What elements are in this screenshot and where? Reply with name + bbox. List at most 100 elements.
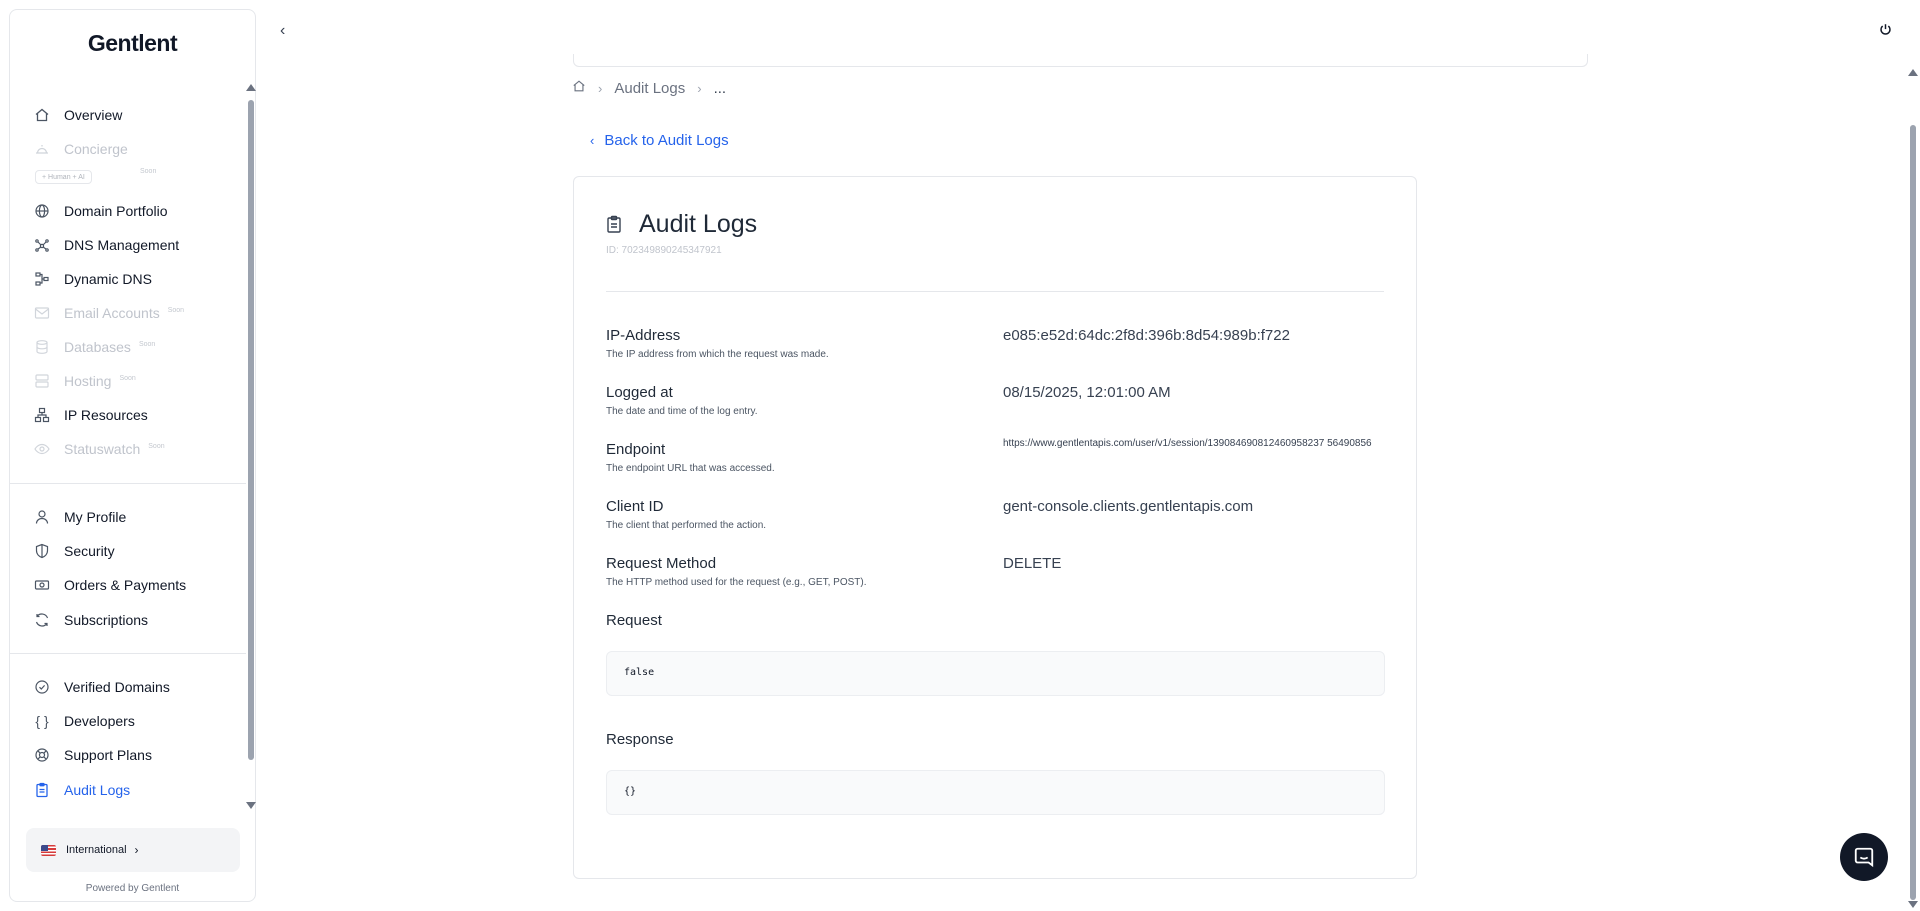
logged-at-desc: The date and time of the log entry. — [606, 406, 758, 417]
ip-address-label: IP-Address — [606, 327, 681, 344]
back-to-audit-logs-link[interactable]: ‹ Back to Audit Logs — [590, 132, 729, 149]
clipboard-icon — [606, 215, 624, 235]
us-flag-icon — [41, 844, 56, 856]
endpoint-desc: The endpoint URL that was accessed. — [606, 463, 775, 474]
money-icon — [33, 576, 51, 594]
home-icon — [33, 106, 51, 124]
badge-text: + Human + AI — [42, 173, 85, 181]
logout-button[interactable] — [1877, 21, 1893, 37]
endpoint-label: Endpoint — [606, 441, 666, 458]
lifebuoy-icon — [33, 746, 51, 764]
chevron-left-icon: ‹ — [280, 22, 286, 39]
logged-at-label: Logged at — [606, 384, 673, 401]
mail-icon — [33, 304, 51, 322]
page-scroll-thumb[interactable] — [1910, 125, 1916, 900]
sidebar-item-ip-resources[interactable]: IP Resources — [33, 402, 233, 428]
sidebar-item-dynamic-dns[interactable]: Dynamic DNS — [33, 266, 233, 292]
clipboard-icon — [33, 781, 51, 799]
sidebar-item-subscriptions[interactable]: Subscriptions — [33, 607, 233, 633]
region-selector-button[interactable]: International › — [26, 828, 240, 872]
sidebar-item-databases: Databases Soon — [33, 334, 233, 360]
ip-address-value: e085:e52d:64dc:2f8d:396b:8d54:989b:f722 — [1003, 327, 1290, 344]
sidebar-scroll-thumb[interactable] — [248, 100, 254, 760]
region-label: International — [66, 844, 127, 856]
card-header: Audit Logs — [606, 210, 757, 239]
sidebar-item-label: Email Accounts — [64, 305, 160, 321]
eye-icon — [33, 440, 51, 458]
shield-icon — [33, 542, 51, 560]
ip-address-desc: The IP address from which the request wa… — [606, 349, 829, 360]
response-label: Response — [606, 731, 674, 748]
chat-support-button[interactable] — [1840, 833, 1888, 881]
breadcrumb-audit-logs[interactable]: Audit Logs — [614, 80, 685, 97]
request-method-label: Request Method — [606, 555, 717, 572]
sidebar-item-label: Statuswatch — [64, 441, 141, 457]
client-id-desc: The client that performed the action. — [606, 520, 767, 531]
scroll-down-arrow-icon[interactable] — [1908, 901, 1918, 908]
sidebar-item-my-profile[interactable]: My Profile — [33, 504, 233, 530]
chat-icon — [1854, 847, 1874, 868]
brand-logo[interactable]: Gentlent — [10, 30, 255, 57]
braces-icon: { } — [35, 713, 49, 729]
sidebar-item-label: Overview — [64, 107, 123, 123]
sidebar-item-label: Audit Logs — [64, 782, 131, 798]
sidebar: Gentlent Overview Concierge + Human + AI… — [9, 9, 256, 902]
sidebar-item-domain-portfolio[interactable]: Domain Portfolio — [33, 198, 233, 224]
globe-icon — [33, 202, 51, 220]
sidebar-item-dns-management[interactable]: DNS Management — [33, 232, 233, 258]
sidebar-item-hosting: Hosting Soon — [33, 368, 233, 394]
sidebar-item-verified-domains[interactable]: Verified Domains — [33, 674, 233, 700]
sidebar-item-audit-logs[interactable]: Audit Logs — [33, 777, 233, 803]
sidebar-item-security[interactable]: Security — [33, 538, 233, 564]
sidebar-item-label: Databases — [64, 339, 131, 355]
request-value: false — [624, 667, 655, 678]
soon-badge: Soon — [167, 306, 185, 314]
breadcrumb-current: ... — [713, 79, 727, 97]
sidebar-item-concierge: Concierge — [33, 136, 233, 162]
sidebar-item-label: DNS Management — [64, 237, 180, 253]
logo-text: entlent — [105, 30, 178, 56]
sidebar-item-overview[interactable]: Overview — [33, 102, 233, 128]
flow-icon — [33, 270, 51, 288]
back-link-label: Back to Audit Logs — [604, 132, 729, 149]
sidebar-divider — [10, 653, 246, 654]
sidebar-item-label: Security — [64, 543, 115, 559]
soon-badge: Soon — [119, 374, 136, 382]
network-icon — [33, 236, 51, 254]
request-code-block[interactable]: false — [606, 651, 1385, 696]
sidebar-item-label: Verified Domains — [64, 679, 170, 695]
sitemap-icon — [33, 406, 51, 424]
server-icon — [33, 372, 51, 390]
sidebar-nav: Overview Concierge + Human + AI Soon Dom… — [10, 90, 246, 808]
breadcrumb-separator: › — [598, 80, 603, 96]
refresh-icon — [33, 611, 51, 629]
soon-badge: Soon — [138, 340, 156, 348]
chevron-right-icon: › — [134, 843, 139, 857]
home-icon[interactable] — [572, 79, 586, 97]
check-circle-icon — [33, 678, 51, 696]
scroll-down-arrow-icon[interactable] — [246, 802, 256, 809]
scroll-up-arrow-icon[interactable] — [246, 84, 256, 91]
sidebar-item-label: Hosting — [64, 373, 112, 389]
sidebar-item-developers[interactable]: { } Developers — [33, 708, 233, 734]
sidebar-item-label: Orders & Payments — [64, 577, 187, 593]
breadcrumb-separator: › — [697, 80, 702, 96]
scroll-up-arrow-icon[interactable] — [1908, 69, 1918, 76]
sidebar-item-label: IP Resources — [64, 407, 148, 423]
page-scrollbar[interactable] — [1907, 65, 1919, 910]
sidebar-scrollbar[interactable] — [246, 80, 256, 810]
collapse-sidebar-button[interactable]: ‹ — [280, 22, 285, 40]
page-title: Audit Logs — [639, 210, 758, 238]
response-value: {} — [624, 786, 637, 797]
user-icon — [33, 508, 51, 526]
response-code-block[interactable]: {} — [606, 770, 1385, 815]
sidebar-item-label: Developers — [64, 713, 135, 729]
sidebar-item-label: Domain Portfolio — [64, 203, 168, 219]
sidebar-item-orders-payments[interactable]: Orders & Payments — [33, 572, 233, 598]
sidebar-divider — [10, 483, 246, 484]
audit-log-detail-card: Audit Logs ID: 702349890245347921 IP-Add… — [573, 176, 1417, 879]
client-id-value: gent-console.clients.gentlentapis.com — [1003, 498, 1254, 515]
log-id: ID: 702349890245347921 — [606, 245, 722, 256]
request-method-value: DELETE — [1003, 555, 1062, 572]
sidebar-item-support-plans[interactable]: Support Plans — [33, 742, 233, 768]
